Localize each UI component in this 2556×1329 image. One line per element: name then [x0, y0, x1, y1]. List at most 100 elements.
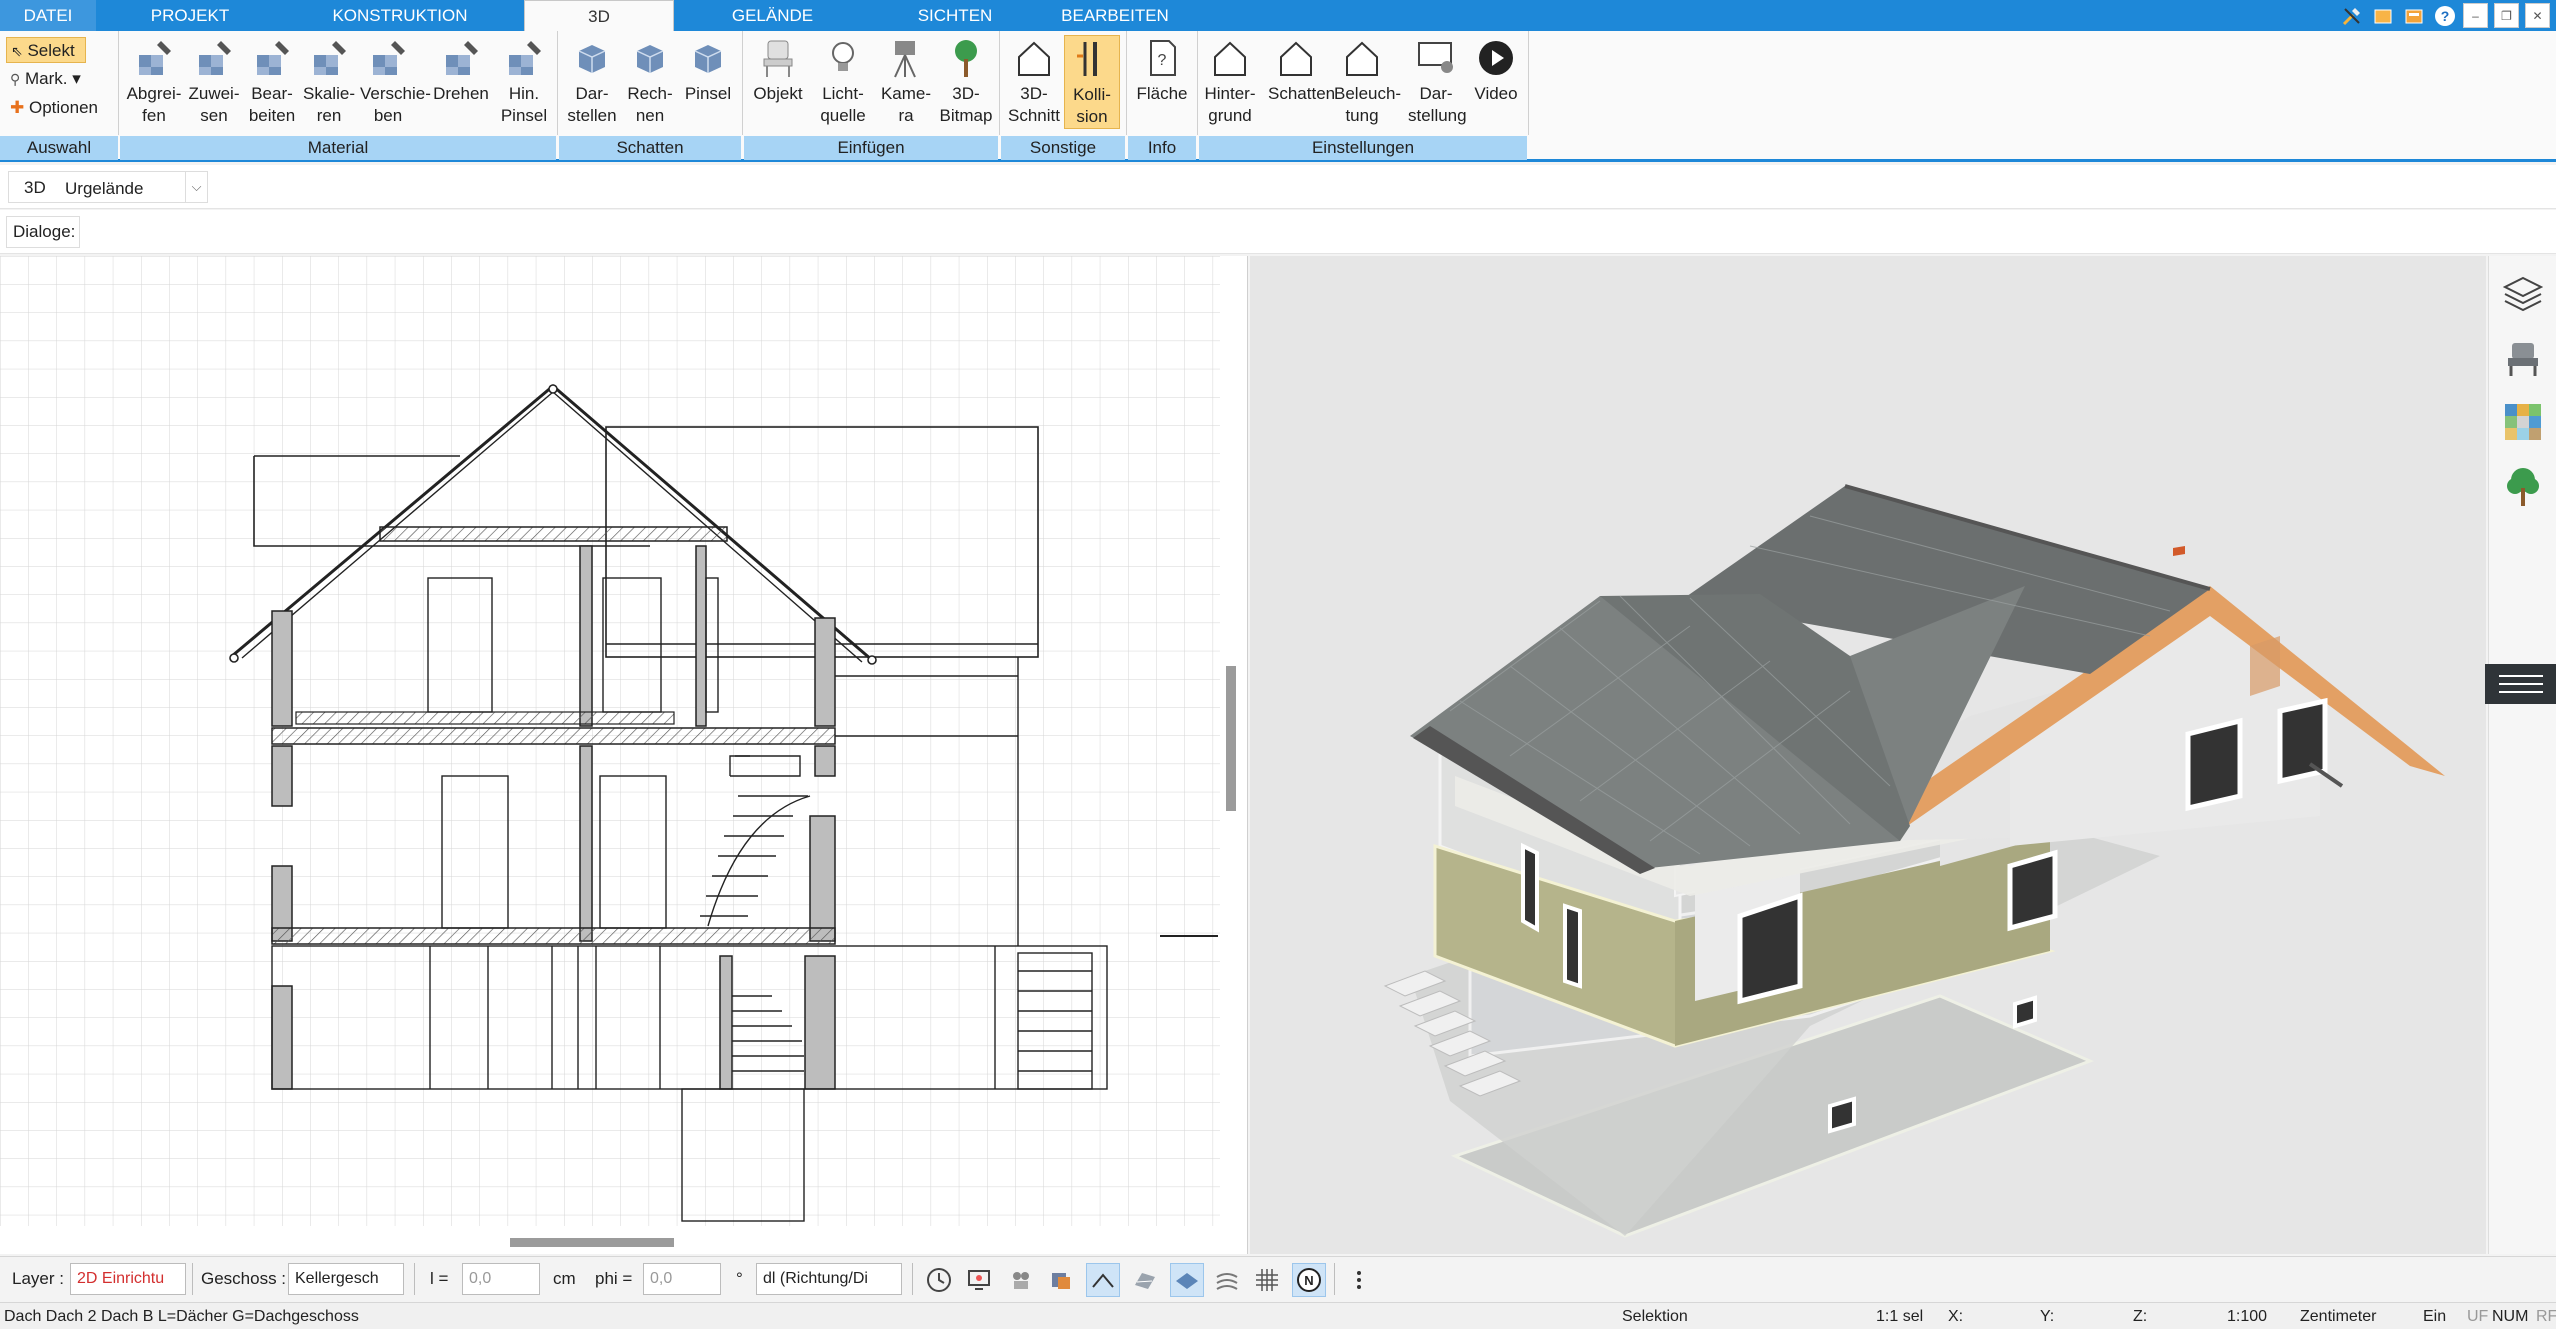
schatten-label-2: Pinsel: [684, 84, 732, 103]
sonstige-button-1[interactable]: Kolli- sion: [1064, 35, 1120, 129]
einstellungen-button-0[interactable]: Hinter- grund: [1202, 35, 1258, 127]
status-scale-sel: 1:1 sel: [1876, 1308, 1924, 1325]
material-button-4[interactable]: Verschie- ben: [360, 35, 431, 127]
layers-icon[interactable]: [2502, 274, 2544, 314]
chevron-down-icon[interactable]: ⌵: [185, 172, 207, 202]
tab-datei[interactable]: DATEI: [0, 0, 96, 31]
move-icon: [360, 35, 416, 81]
tab-sichten[interactable]: SICHTEN: [885, 0, 1025, 31]
tab-gelaende[interactable]: GELÄNDE: [700, 0, 845, 31]
section-view-2d[interactable]: [0, 256, 1248, 1254]
schatten-button-2[interactable]: Pinsel: [680, 35, 736, 105]
material-button-6[interactable]: Hin. Pinsel: [496, 35, 552, 127]
more-icon[interactable]: [1342, 1263, 1376, 1297]
roof-view-icon[interactable]: [1086, 1263, 1120, 1297]
material-label-5: Drehen: [433, 84, 489, 103]
tab-konstruktion[interactable]: KONSTRUKTION: [310, 0, 490, 31]
menu-tab-bar: DATEI PROJEKT KONSTRUKTION 3D GELÄNDE SI…: [0, 0, 2556, 32]
info-button-0[interactable]: ? Fläche: [1134, 35, 1190, 105]
sonstige-button-0[interactable]: 3D- Schnitt: [1006, 35, 1062, 127]
screen-icon[interactable]: [962, 1263, 996, 1297]
side-panel: [2485, 256, 2556, 1254]
einstellungen-button-2[interactable]: Beleuch- tung: [1334, 35, 1401, 127]
furniture-icon[interactable]: [2503, 338, 2543, 378]
minimize-icon[interactable]: –: [2463, 3, 2488, 28]
window2-icon[interactable]: [2401, 3, 2426, 28]
group-info: Info: [1128, 136, 1196, 160]
layer-select[interactable]: 2D Einrichtu: [70, 1263, 186, 1295]
phi-input[interactable]: 0,0: [643, 1263, 721, 1295]
material-button-3[interactable]: Skalie- ren: [301, 35, 357, 127]
material-label-2: Bear- beiten: [248, 84, 296, 125]
options-label: Optionen: [28, 98, 98, 117]
length-input[interactable]: 0,0: [462, 1263, 540, 1295]
dialogs-label[interactable]: Dialoge:: [6, 216, 80, 248]
tab-projekt[interactable]: PROJEKT: [120, 0, 260, 31]
einstellungen-button-3[interactable]: Dar- stellung: [1408, 35, 1467, 127]
terrain-icon[interactable]: [1210, 1263, 1244, 1297]
terrain-selector[interactable]: 3D Urgelände ⌵: [8, 171, 208, 203]
scale-icon: [301, 35, 357, 81]
objects-icon[interactable]: [1044, 1263, 1078, 1297]
group-schatten: Schatten: [559, 136, 741, 160]
floor-select[interactable]: Kellergesch: [288, 1263, 404, 1295]
restore-icon[interactable]: ❐: [2494, 3, 2519, 28]
bottom-toolbar: Layer : 2D Einrichtu Geschoss : Kellerge…: [0, 1256, 2556, 1302]
grid-icon[interactable]: [1250, 1263, 1284, 1297]
einfuegen-button-3[interactable]: 3D- Bitmap: [938, 35, 994, 127]
status-uf: UF: [2467, 1308, 2489, 1325]
einfuegen-button-0[interactable]: Objekt: [750, 35, 806, 105]
3d-view[interactable]: [1250, 256, 2486, 1254]
material-label-1: Zuwei- sen: [188, 84, 240, 125]
options-button[interactable]: ✚ Optionen: [6, 95, 116, 121]
floor-label: Geschoss :: [201, 1269, 287, 1288]
length-value: 0,0: [469, 1270, 492, 1287]
phi-value: 0,0: [650, 1270, 673, 1287]
group-sonstige: Sonstige: [1001, 136, 1125, 160]
direction-select[interactable]: dl (Richtung/Di: [756, 1263, 902, 1295]
close-icon[interactable]: ✕: [2525, 3, 2550, 28]
tree-bitmap-icon: [938, 35, 994, 81]
select-label: Selekt: [27, 41, 75, 60]
3d-house-model: [1383, 484, 2445, 1238]
material-button-0[interactable]: Abgrei- fen: [126, 35, 182, 127]
cube-icon: [564, 35, 620, 81]
tools-icon[interactable]: [2339, 3, 2364, 28]
material-button-1[interactable]: Zuwei- sen: [186, 35, 242, 127]
schatten-button-0[interactable]: Dar- stellen: [564, 35, 620, 127]
status-bar: Dach Dach 2 Dach B L=Dächer G=Dachgescho…: [0, 1302, 2556, 1329]
terrain-value: Urgelände: [65, 179, 144, 198]
material-button-2[interactable]: Bear- beiten: [244, 35, 300, 127]
north-icon[interactable]: N: [1292, 1263, 1326, 1297]
einstellungen-button-1[interactable]: Schatten: [1268, 35, 1335, 105]
help-icon[interactable]: ?: [2432, 3, 2457, 28]
material-button-5[interactable]: Drehen: [433, 35, 489, 105]
clock-icon[interactable]: [922, 1263, 956, 1297]
materials-icon[interactable]: [2503, 402, 2543, 442]
einfuegen-button-2[interactable]: Kame- ra: [878, 35, 934, 127]
select-button[interactable]: ⇖ Selekt: [6, 37, 86, 63]
tree-icon[interactable]: [2503, 466, 2543, 510]
assign-material-icon: [186, 35, 242, 81]
einfuegen-button-1[interactable]: Licht- quelle: [815, 35, 871, 127]
svg-text:?: ?: [2440, 8, 2449, 24]
schatten-button-1[interactable]: Rech- nen: [622, 35, 678, 127]
window-icon[interactable]: [2370, 3, 2395, 28]
tab-3d[interactable]: 3D: [524, 0, 674, 32]
mark-button[interactable]: ⚲ Mark. ▾: [6, 66, 96, 92]
texture-icon[interactable]: [1128, 1263, 1162, 1297]
lighting-icon: [1334, 35, 1390, 81]
tab-bearbeiten[interactable]: BEARBEITEN: [1045, 0, 1185, 31]
plane-icon[interactable]: [1170, 1263, 1204, 1297]
group-einfuegen: Einfügen: [744, 136, 998, 160]
camera-icon: [878, 35, 934, 81]
length-unit: cm: [553, 1269, 576, 1288]
einstellungen-button-4[interactable]: Video: [1468, 35, 1524, 105]
video-icon: [1468, 35, 1524, 81]
cursor-icon: ⇖: [11, 43, 23, 59]
camera-walk-icon[interactable]: [1004, 1263, 1038, 1297]
menu-icon[interactable]: [2485, 664, 2556, 704]
collision-icon: [1065, 36, 1119, 82]
horizontal-scrollbar: [510, 1238, 674, 1247]
material-label-4: Verschie- ben: [360, 84, 431, 125]
